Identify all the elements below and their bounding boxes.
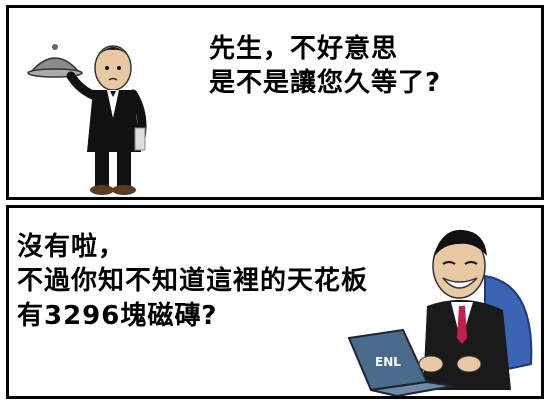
- caption-line: 有3296塊磁磚?: [17, 300, 218, 331]
- comic-panel-2: 沒有啦， 不過你知不知道這裡的天花板 有3296塊磁磚? ENL: [6, 205, 544, 399]
- comic-panel-1: 先生，不好意思是不是讓您久等了?: [6, 5, 544, 200]
- waiter-illustration: [27, 44, 147, 195]
- laughing-man-illustration: ENL: [347, 229, 533, 396]
- panel-1-caption: 先生，不好意思是不是讓您久等了?: [209, 32, 441, 101]
- caption-line: 先生，不好意思: [209, 34, 399, 64]
- laptop-label: ENL: [375, 355, 401, 369]
- meme-comic: 先生，不好意思是不是讓您久等了? 沒有啦， 不過你知不知道這裡的天花板 有3296塊…: [0, 0, 550, 402]
- caption-line: 不過你知不知道這裡的天花板: [17, 266, 369, 297]
- caption-line: 沒有啦，: [17, 232, 126, 262]
- panel-2-caption: 沒有啦， 不過你知不知道這裡的天花板 有3296塊磁磚?: [17, 230, 368, 333]
- caption-line: 是不是讓您久等了?: [209, 68, 442, 99]
